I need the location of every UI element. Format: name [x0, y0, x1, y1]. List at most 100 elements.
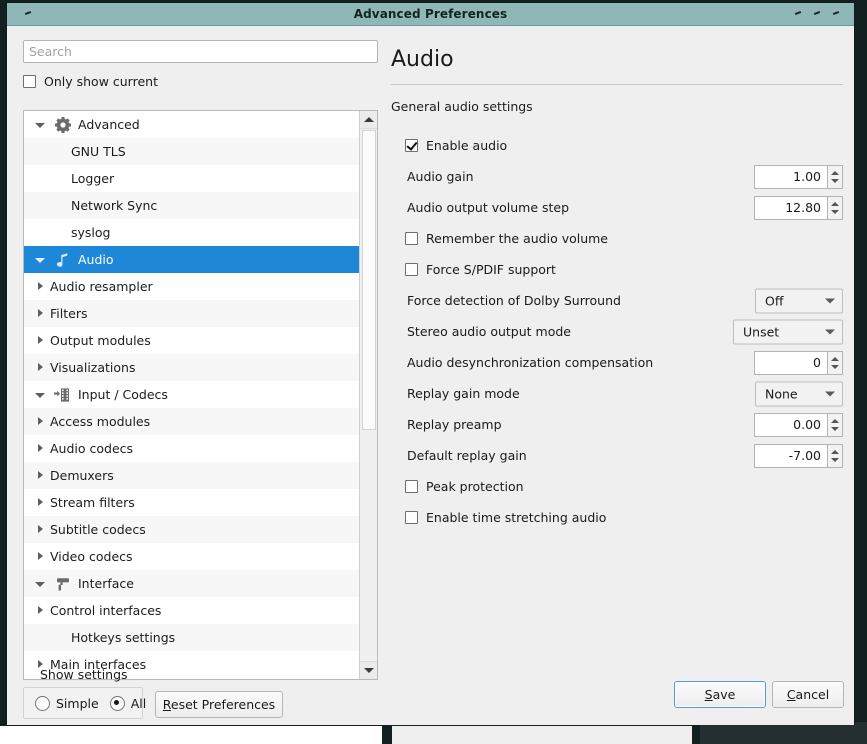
spinner-input-audio-gain[interactable]: [754, 164, 827, 189]
window-titlebar[interactable]: Advanced Preferences: [7, 3, 854, 26]
dropdown-replay-gain-mode[interactable]: None: [755, 381, 843, 406]
tree-item-input-codecs[interactable]: Input / Codecs: [24, 381, 360, 408]
chevron-right-icon[interactable]: [34, 550, 47, 563]
chevron-right-icon[interactable]: [34, 307, 47, 320]
only-show-current-row[interactable]: Only show current: [23, 74, 378, 89]
search-input[interactable]: [23, 40, 378, 63]
tree-item-logger[interactable]: Logger: [24, 165, 360, 192]
save-button[interactable]: Save: [674, 681, 766, 708]
chevron-right-icon[interactable]: [34, 334, 47, 347]
tree-item-output-modules[interactable]: Output modules: [24, 327, 360, 354]
spinner-up-icon[interactable]: [831, 449, 839, 454]
checkbox-enable-time-stretching-audio[interactable]: [405, 511, 418, 524]
checkbox-remember-the-audio-volume[interactable]: [405, 232, 418, 245]
spinner-down-icon[interactable]: [831, 426, 839, 431]
chevron-right-icon[interactable]: [34, 442, 47, 455]
chevron-right-icon[interactable]: [34, 469, 47, 482]
spinner-up-icon[interactable]: [831, 356, 839, 361]
tree-item-audio[interactable]: Audio: [24, 246, 360, 273]
spinner-buttons[interactable]: [827, 350, 843, 375]
tree-item-syslog[interactable]: syslog: [24, 219, 360, 246]
spinner-down-icon[interactable]: [831, 457, 839, 462]
chevron-down-icon[interactable]: [825, 298, 835, 303]
tree-item-control-interfaces[interactable]: Control interfaces: [24, 597, 360, 624]
maximize-icon[interactable]: [814, 10, 821, 17]
spinner-input-audio-desynchronization-compensation[interactable]: [754, 350, 827, 375]
chevron-down-icon[interactable]: [34, 577, 47, 590]
tree-item-visualizations[interactable]: Visualizations: [24, 354, 360, 381]
spinner-up-icon[interactable]: [831, 418, 839, 423]
setting-row-remember-the-audio-volume: Remember the audio volume: [391, 223, 843, 254]
spinner-down-icon[interactable]: [831, 178, 839, 183]
chevron-right-icon[interactable]: [34, 280, 47, 293]
spinner-down-icon[interactable]: [831, 209, 839, 214]
tree-item-label: Network Sync: [71, 198, 158, 213]
chevron-down-icon[interactable]: [34, 118, 47, 131]
spinner-up-icon[interactable]: [831, 201, 839, 206]
radio-all-indicator[interactable]: [109, 695, 125, 711]
tree-item-stream-filters[interactable]: Stream filters: [24, 489, 360, 516]
tree-item-audio-resampler[interactable]: Audio resampler: [24, 273, 360, 300]
tree-item-network-sync[interactable]: Network Sync: [24, 192, 360, 219]
setting-label: Default replay gain: [407, 448, 527, 463]
chevron-right-icon[interactable]: [34, 604, 47, 617]
only-show-current-checkbox[interactable]: [23, 75, 36, 88]
spinner-buttons[interactable]: [827, 412, 843, 437]
scroll-up-icon[interactable]: [360, 111, 377, 129]
spinner-input-audio-output-volume-step[interactable]: [754, 195, 827, 220]
minimize-icon[interactable]: [795, 10, 802, 17]
chevron-right-icon[interactable]: [34, 415, 47, 428]
tree-item-advanced[interactable]: Advanced: [24, 111, 360, 138]
dropdown-force-detection-of-dolby-surround[interactable]: Off: [755, 288, 843, 313]
spinner-up-icon[interactable]: [831, 170, 839, 175]
radio-simple[interactable]: Simple: [35, 695, 99, 711]
dialog-body: Only show current Advanced GNU TLS Logger N…: [7, 26, 854, 725]
tree-item-subtitle-codecs[interactable]: Subtitle codecs: [24, 516, 360, 543]
tree-item-filters[interactable]: Filters: [24, 300, 360, 327]
chevron-down-icon[interactable]: [34, 253, 47, 266]
spinner-buttons[interactable]: [827, 164, 843, 189]
radio-all[interactable]: All: [109, 695, 146, 711]
tree-item-demuxers[interactable]: Demuxers: [24, 462, 360, 489]
setting-row-audio-gain: Audio gain: [391, 161, 843, 192]
spinner-buttons[interactable]: [827, 195, 843, 220]
tree-item-access-modules[interactable]: Access modules: [24, 408, 360, 435]
reset-preferences-button[interactable]: Reset Preferences: [155, 691, 283, 718]
window-menu-icon[interactable]: [25, 10, 32, 17]
preferences-tree[interactable]: Advanced GNU TLS Logger Network Sync syslog A…: [23, 110, 378, 680]
spinner-input-default-replay-gain[interactable]: [754, 443, 827, 468]
cancel-button[interactable]: Cancel: [772, 681, 844, 708]
chevron-right-icon[interactable]: [34, 361, 47, 374]
setting-row-peak-protection: Peak protection: [391, 471, 843, 502]
cancel-accel: C: [786, 687, 796, 702]
close-icon[interactable]: [833, 10, 840, 17]
chevron-down-icon[interactable]: [825, 391, 835, 396]
page-title: Audio: [391, 47, 454, 72]
spinner-default-replay-gain: [754, 443, 843, 468]
spinner-input-replay-preamp[interactable]: [754, 412, 827, 437]
setting-row-replay-gain-mode: Replay gain mode None: [391, 378, 843, 409]
tree-item-label: Audio: [78, 252, 114, 267]
tree-item-label: Filters: [50, 306, 88, 321]
chevron-right-icon[interactable]: [34, 523, 47, 536]
chevron-down-icon[interactable]: [825, 329, 835, 334]
radio-simple-indicator[interactable]: [35, 695, 50, 711]
tree-item-interface[interactable]: Interface: [24, 570, 360, 597]
chevron-down-icon[interactable]: [34, 388, 47, 401]
spinner-down-icon[interactable]: [831, 364, 839, 369]
checkbox-enable-audio[interactable]: [405, 139, 418, 152]
dropdown-stereo-audio-output-mode[interactable]: Unset: [733, 319, 843, 344]
spinner-buttons[interactable]: [827, 443, 843, 468]
tree-item-gnu-tls[interactable]: GNU TLS: [24, 138, 360, 165]
tree-item-video-codecs[interactable]: Video codecs: [24, 543, 360, 570]
chevron-right-icon[interactable]: [34, 496, 47, 509]
setting-row-audio-desynchronization-compensation: Audio desynchronization compensation: [391, 347, 843, 378]
checkbox-force-s-pdif-support[interactable]: [405, 263, 418, 276]
scrollbar-thumb[interactable]: [362, 130, 376, 430]
film-strip-icon: [54, 386, 71, 403]
tree-scrollbar[interactable]: [359, 111, 377, 679]
section-description: General audio settings: [391, 99, 533, 114]
tree-item-audio-codecs[interactable]: Audio codecs: [24, 435, 360, 462]
tree-item-hotkeys-settings[interactable]: Hotkeys settings: [24, 624, 360, 651]
checkbox-peak-protection[interactable]: [405, 480, 418, 493]
